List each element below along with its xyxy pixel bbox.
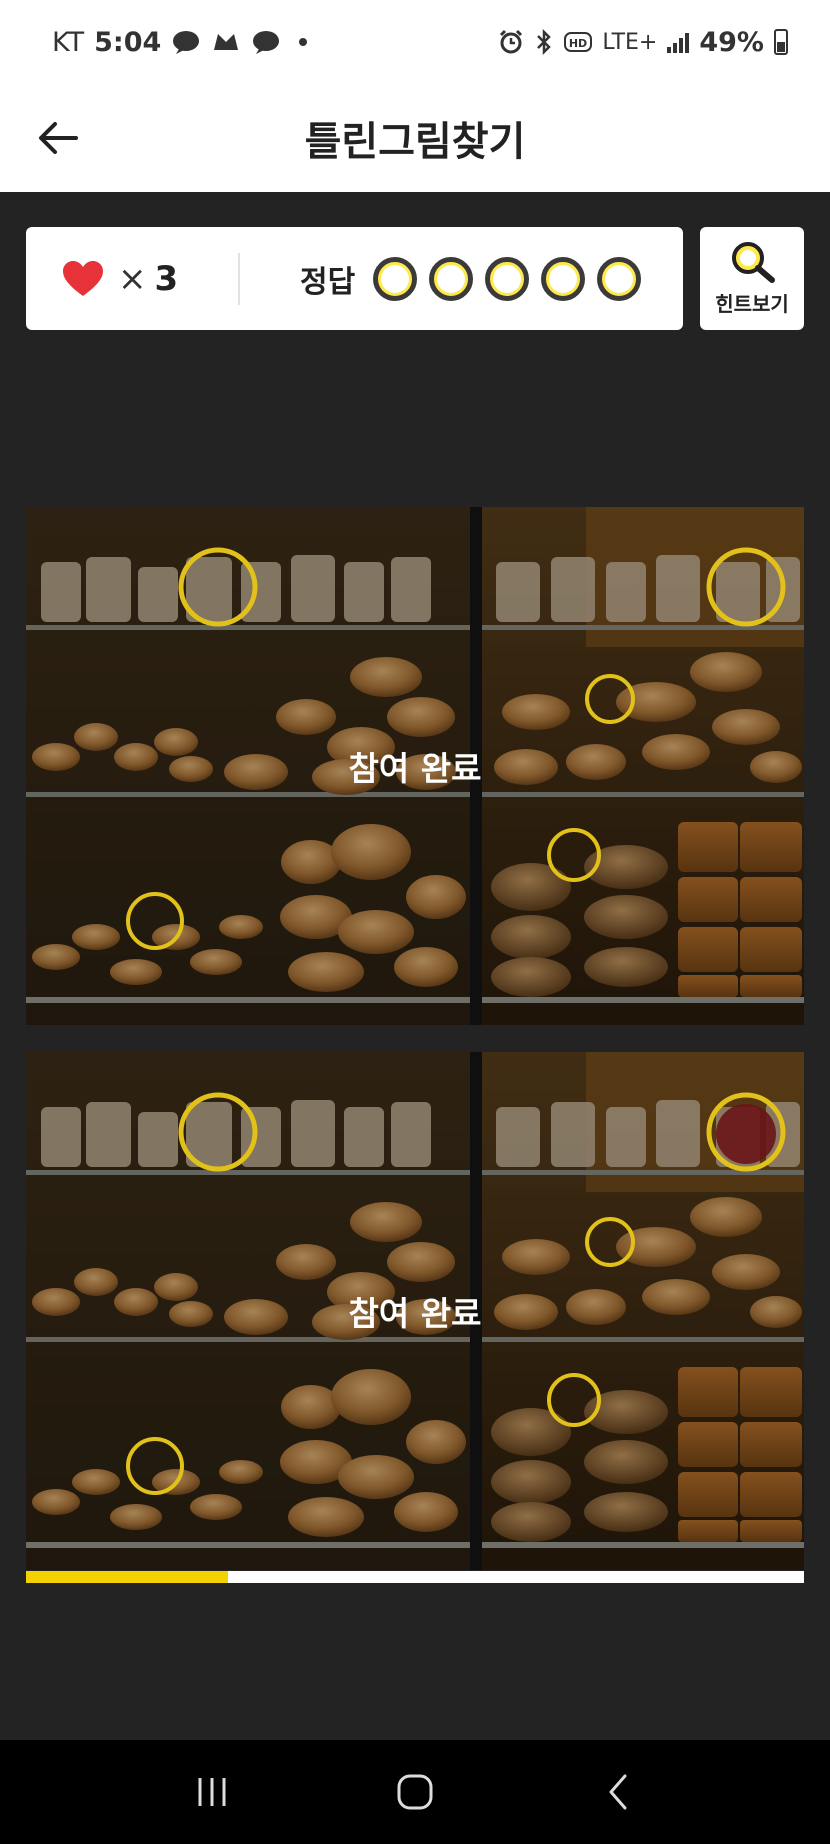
home-button[interactable] bbox=[385, 1762, 445, 1822]
chat-bubble-icon-2 bbox=[253, 31, 280, 54]
carrier-label: KT bbox=[52, 26, 85, 58]
status-left: KT 5:04 bbox=[52, 26, 308, 58]
arrow-left-icon bbox=[39, 122, 78, 154]
network-type: LTE+ bbox=[602, 29, 658, 55]
status-bar: KT 5:04 HD LTE+ 49% bbox=[0, 0, 830, 84]
app-header: 틀린그림찾기 bbox=[0, 84, 830, 192]
recent-apps-icon bbox=[198, 1778, 226, 1806]
signal-icon bbox=[667, 31, 690, 53]
found-marker bbox=[178, 547, 258, 627]
chat-bubble-icon bbox=[173, 31, 200, 54]
answers-label: 정답 bbox=[300, 264, 356, 300]
game-icon bbox=[214, 34, 239, 50]
puzzle-image-original[interactable]: 참여 완료 bbox=[26, 507, 804, 1025]
score-card: × 3 정답 bbox=[26, 227, 683, 330]
times-symbol: × bbox=[118, 258, 147, 299]
hint-label: 힌트보기 bbox=[715, 292, 789, 316]
bluetooth-icon bbox=[537, 29, 552, 55]
nav-back-button[interactable] bbox=[588, 1762, 648, 1822]
answer-slot bbox=[373, 256, 418, 301]
system-nav-bar bbox=[0, 1740, 830, 1844]
found-markers bbox=[126, 1092, 786, 1495]
hint-button[interactable]: 힌트보기 bbox=[700, 227, 804, 330]
difference-spot bbox=[716, 1104, 776, 1164]
battery-icon bbox=[774, 29, 788, 55]
hd-icon: HD bbox=[564, 32, 593, 52]
recent-apps-button[interactable] bbox=[182, 1762, 242, 1822]
found-marker bbox=[178, 1092, 258, 1172]
magnifier-icon bbox=[732, 242, 775, 283]
answers-tracker: 정답 bbox=[240, 256, 653, 301]
page-title: 틀린그림찾기 bbox=[304, 119, 526, 165]
lives-count: 3 bbox=[154, 258, 179, 299]
found-marker bbox=[585, 674, 635, 724]
clock: 5:04 bbox=[94, 26, 162, 58]
lives-counter: × 3 bbox=[26, 259, 238, 299]
battery-percent: 49% bbox=[699, 26, 764, 58]
alarm-icon bbox=[500, 29, 523, 54]
svg-text:HD: HD bbox=[569, 37, 587, 50]
puzzle-image-modified[interactable]: 참여 완료 bbox=[26, 1052, 804, 1570]
found-marker bbox=[547, 1373, 601, 1427]
found-marker bbox=[126, 1437, 184, 1495]
back-icon bbox=[609, 1774, 627, 1810]
found-marker bbox=[585, 1217, 635, 1267]
timer-progress-bar bbox=[26, 1571, 804, 1583]
home-icon bbox=[397, 1774, 433, 1810]
found-marker bbox=[126, 892, 184, 950]
answer-slot bbox=[429, 256, 474, 301]
back-button[interactable] bbox=[30, 110, 86, 166]
found-marker bbox=[706, 547, 786, 627]
found-markers bbox=[126, 547, 786, 950]
heart-icon bbox=[63, 260, 103, 296]
timer-progress-fill bbox=[26, 1571, 229, 1583]
status-right: HD LTE+ 49% bbox=[498, 27, 788, 58]
answer-slot bbox=[485, 256, 530, 301]
more-notifications-dot bbox=[299, 38, 308, 46]
found-marker bbox=[547, 828, 601, 882]
answer-slot bbox=[541, 256, 586, 301]
answer-slot bbox=[597, 256, 642, 301]
